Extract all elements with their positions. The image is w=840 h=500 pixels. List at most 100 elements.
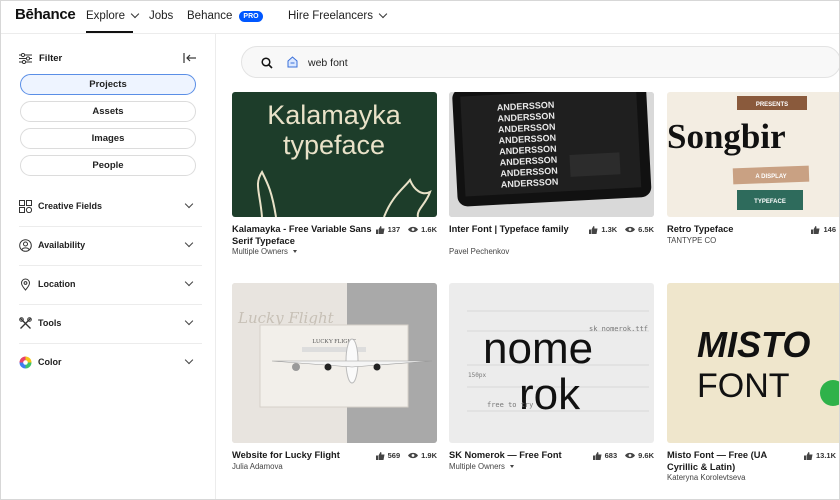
card-title[interactable]: Kalamayka - Free Variable Sans Serif Typ… — [232, 223, 372, 247]
card-owner[interactable]: Multiple Owners — [232, 247, 297, 256]
card-stats: 146 — [811, 225, 836, 234]
card-title[interactable]: Website for Lucky Flight — [232, 449, 372, 461]
owner-label: Kateryna Korolevtseva — [667, 473, 746, 482]
inter-font-artwork: ANDERSSON ANDERSSON ANDERSSON ANDERSSON … — [449, 92, 654, 217]
owner-label: Multiple Owners — [232, 247, 288, 256]
thumb-text: sk nomerok.ttf — [589, 325, 648, 333]
project-thumbnail[interactable]: ANDERSSON ANDERSSON ANDERSSON ANDERSSON … — [449, 92, 654, 217]
caret-down-icon — [292, 250, 297, 253]
thumbs-up-icon — [592, 451, 602, 460]
chevron-down-icon — [378, 9, 388, 19]
project-thumbnail[interactable]: Kalamayka typeface — [232, 92, 437, 217]
project-card[interactable]: sk nomerok.ttf nome rok 150px free to tr… — [449, 283, 654, 473]
view-count: 9.6K — [638, 451, 654, 460]
section-color[interactable]: Color — [0, 344, 216, 382]
section-tools[interactable]: Tools — [0, 305, 216, 343]
card-title[interactable]: SK Nomerok — Free Font — [449, 449, 589, 461]
nav-hire-label: Hire Freelancers — [288, 10, 373, 22]
section-creative-fields[interactable]: Creative Fields — [0, 188, 216, 226]
collapse-sidebar-icon[interactable] — [183, 52, 197, 64]
like-count: 13.1K — [815, 451, 836, 460]
project-card[interactable]: MISTO FONT Misto Font — Free (UA Cyrilli… — [667, 283, 840, 483]
project-card[interactable]: Kalamayka typeface Kalamayka - Free Vari… — [232, 92, 437, 262]
view-count: 1.9K — [421, 451, 437, 460]
nav-explore[interactable]: Explore — [86, 9, 140, 22]
project-thumbnail[interactable]: PRESENTS Songbir A DISPLAY TYPEFACE — [667, 92, 840, 217]
chevron-down-icon — [130, 9, 140, 19]
section-label: Location — [38, 279, 76, 289]
filter-sidebar: Filter Projects Assets Images People Cre… — [0, 34, 216, 500]
thumbs-up-icon — [589, 225, 598, 234]
section-label: Availability — [38, 240, 86, 250]
misto-artwork: MISTO FONT — [697, 324, 840, 406]
pill-assets[interactable]: Assets — [20, 101, 196, 122]
search-tag-icon — [287, 56, 298, 68]
project-card[interactable]: Lucky Flight LUCKY FLIGHT Website for Lu… — [232, 283, 437, 473]
card-owner[interactable]: Julia Adamova — [232, 462, 283, 471]
card-owner[interactable]: TANTYPE CO — [667, 236, 716, 245]
pro-badge: PRO — [239, 10, 263, 22]
kalamayka-artwork: Kalamayka typeface — [256, 100, 432, 217]
thumb-text: MISTO — [697, 324, 810, 365]
section-label: Color — [38, 357, 62, 367]
filter-header: Filter — [19, 53, 62, 64]
card-stats: 13.1K — [803, 451, 836, 460]
chevron-down-icon — [184, 199, 194, 209]
filter-label: Filter — [39, 53, 63, 64]
thumb-text: typeface — [283, 130, 385, 160]
eye-icon — [625, 226, 636, 233]
behance-logo[interactable]: Bēhance — [15, 6, 76, 23]
card-owner[interactable]: Kateryna Korolevtseva — [667, 473, 745, 482]
pill-people[interactable]: People — [20, 155, 196, 176]
active-nav-underline — [86, 31, 133, 33]
tools-icon — [19, 317, 32, 329]
project-thumbnail[interactable]: MISTO FONT — [667, 283, 840, 443]
section-label: Creative Fields — [38, 201, 103, 211]
card-title[interactable]: Inter Font | Typeface family — [449, 223, 589, 235]
thumb-text: rok — [519, 370, 581, 419]
nomerok-artwork: sk nomerok.ttf nome rok 150px free to tr… — [467, 310, 649, 419]
card-owner[interactable]: Multiple Owners — [449, 462, 514, 471]
owner-label: Multiple Owners — [449, 462, 505, 471]
project-thumbnail[interactable]: Lucky Flight LUCKY FLIGHT — [232, 283, 437, 443]
chevron-down-icon — [184, 277, 194, 287]
chevron-down-icon — [184, 316, 194, 326]
section-label: Tools — [38, 318, 62, 328]
thumb-text: TYPEFACE — [754, 199, 786, 205]
nav-jobs-label: Jobs — [149, 10, 174, 22]
caret-down-icon — [509, 465, 514, 468]
thumb-text: Kalamayka — [267, 100, 402, 130]
search-bar[interactable]: web font — [241, 46, 840, 78]
card-owner[interactable]: Pavel Pechenkov — [449, 247, 509, 256]
project-thumbnail[interactable]: sk nomerok.ttf nome rok 150px free to tr… — [449, 283, 654, 443]
section-location[interactable]: Location — [0, 266, 216, 304]
card-stats: 137 1.6K — [375, 225, 437, 234]
thumb-text: FONT — [697, 367, 790, 405]
top-navigation: Bēhance Explore Jobs Behance PRO Hire Fr… — [0, 0, 840, 34]
thumbs-up-icon — [375, 451, 385, 460]
thumbs-up-icon — [811, 225, 820, 234]
card-title[interactable]: Retro Typeface — [667, 223, 807, 235]
project-card[interactable]: PRESENTS Songbir A DISPLAY TYPEFACE Retr… — [667, 92, 840, 262]
pill-projects[interactable]: Projects — [20, 74, 196, 95]
view-count: 6.5K — [638, 225, 654, 234]
section-availability[interactable]: Availability — [0, 227, 216, 265]
nav-jobs[interactable]: Jobs — [149, 10, 173, 22]
project-card[interactable]: ANDERSSON ANDERSSON ANDERSSON ANDERSSON … — [449, 92, 654, 262]
nav-behance-pro[interactable]: Behance PRO — [187, 10, 263, 22]
lucky-flight-artwork: Lucky Flight LUCKY FLIGHT — [232, 283, 437, 443]
pill-images[interactable]: Images — [20, 128, 196, 149]
nav-explore-label: Explore — [86, 10, 125, 22]
nav-hire-freelancers[interactable]: Hire Freelancers — [288, 9, 388, 22]
like-count: 146 — [823, 225, 836, 234]
chevron-down-icon — [184, 238, 194, 248]
thumb-text: Lucky Flight — [237, 309, 335, 327]
card-title[interactable]: Misto Font — Free (UA Cyrillic & Latin) — [667, 449, 797, 473]
search-input[interactable]: web font — [308, 57, 348, 69]
creative-fields-icon — [19, 200, 32, 213]
search-icon[interactable] — [261, 57, 273, 69]
thumb-text: 150px — [468, 372, 486, 379]
card-stats: 1.3K 6.5K — [589, 225, 654, 234]
nav-behance-label: Behance — [187, 10, 233, 22]
like-count: 1.3K — [601, 225, 618, 234]
